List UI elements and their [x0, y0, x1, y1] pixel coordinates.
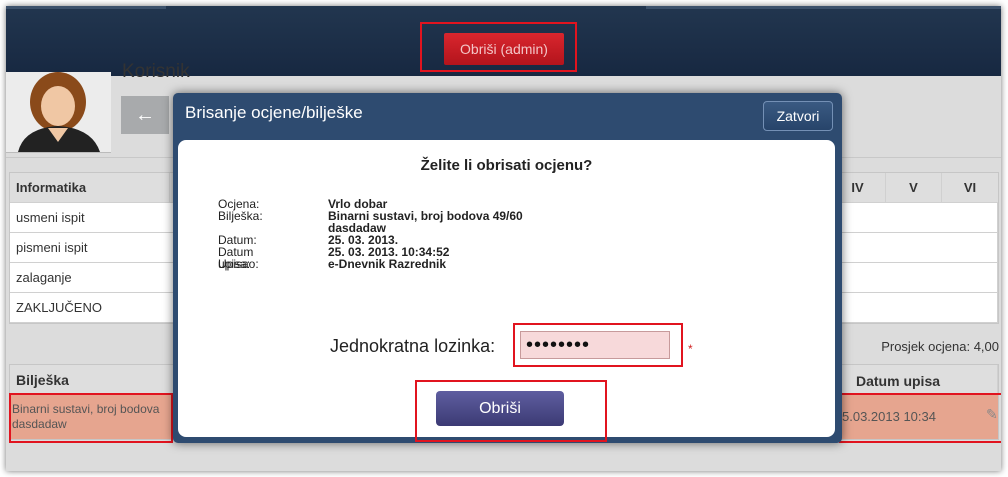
required-mark: *	[688, 342, 693, 356]
close-button[interactable]: Zatvori	[763, 101, 833, 131]
dialog-body: Želite li obrisati ocjenu? Ocjena: Vrlo d…	[178, 140, 835, 442]
highlight-delete-button	[415, 380, 607, 442]
detail-label: Bilješka:	[218, 209, 263, 223]
delete-dialog: Brisanje ocjene/bilješke Zatvori Želite …	[173, 93, 842, 443]
confirm-question: Želite li obrisati ocjenu?	[420, 157, 593, 174]
highlight-admin-button	[420, 22, 577, 72]
top-decoration	[646, 6, 1001, 9]
highlight-password	[513, 323, 683, 367]
detail-value: e-Dnevnik Razrednik	[328, 257, 447, 271]
detail-label: Upisao:	[218, 257, 259, 271]
app-window: Obriši (admin) Korisnik ← Informatika IV…	[6, 6, 1001, 471]
password-label: Jednokratna lozinka:	[330, 336, 496, 356]
top-decoration	[6, 6, 166, 9]
dialog-title: Brisanje ocjene/bilješke	[185, 103, 363, 122]
